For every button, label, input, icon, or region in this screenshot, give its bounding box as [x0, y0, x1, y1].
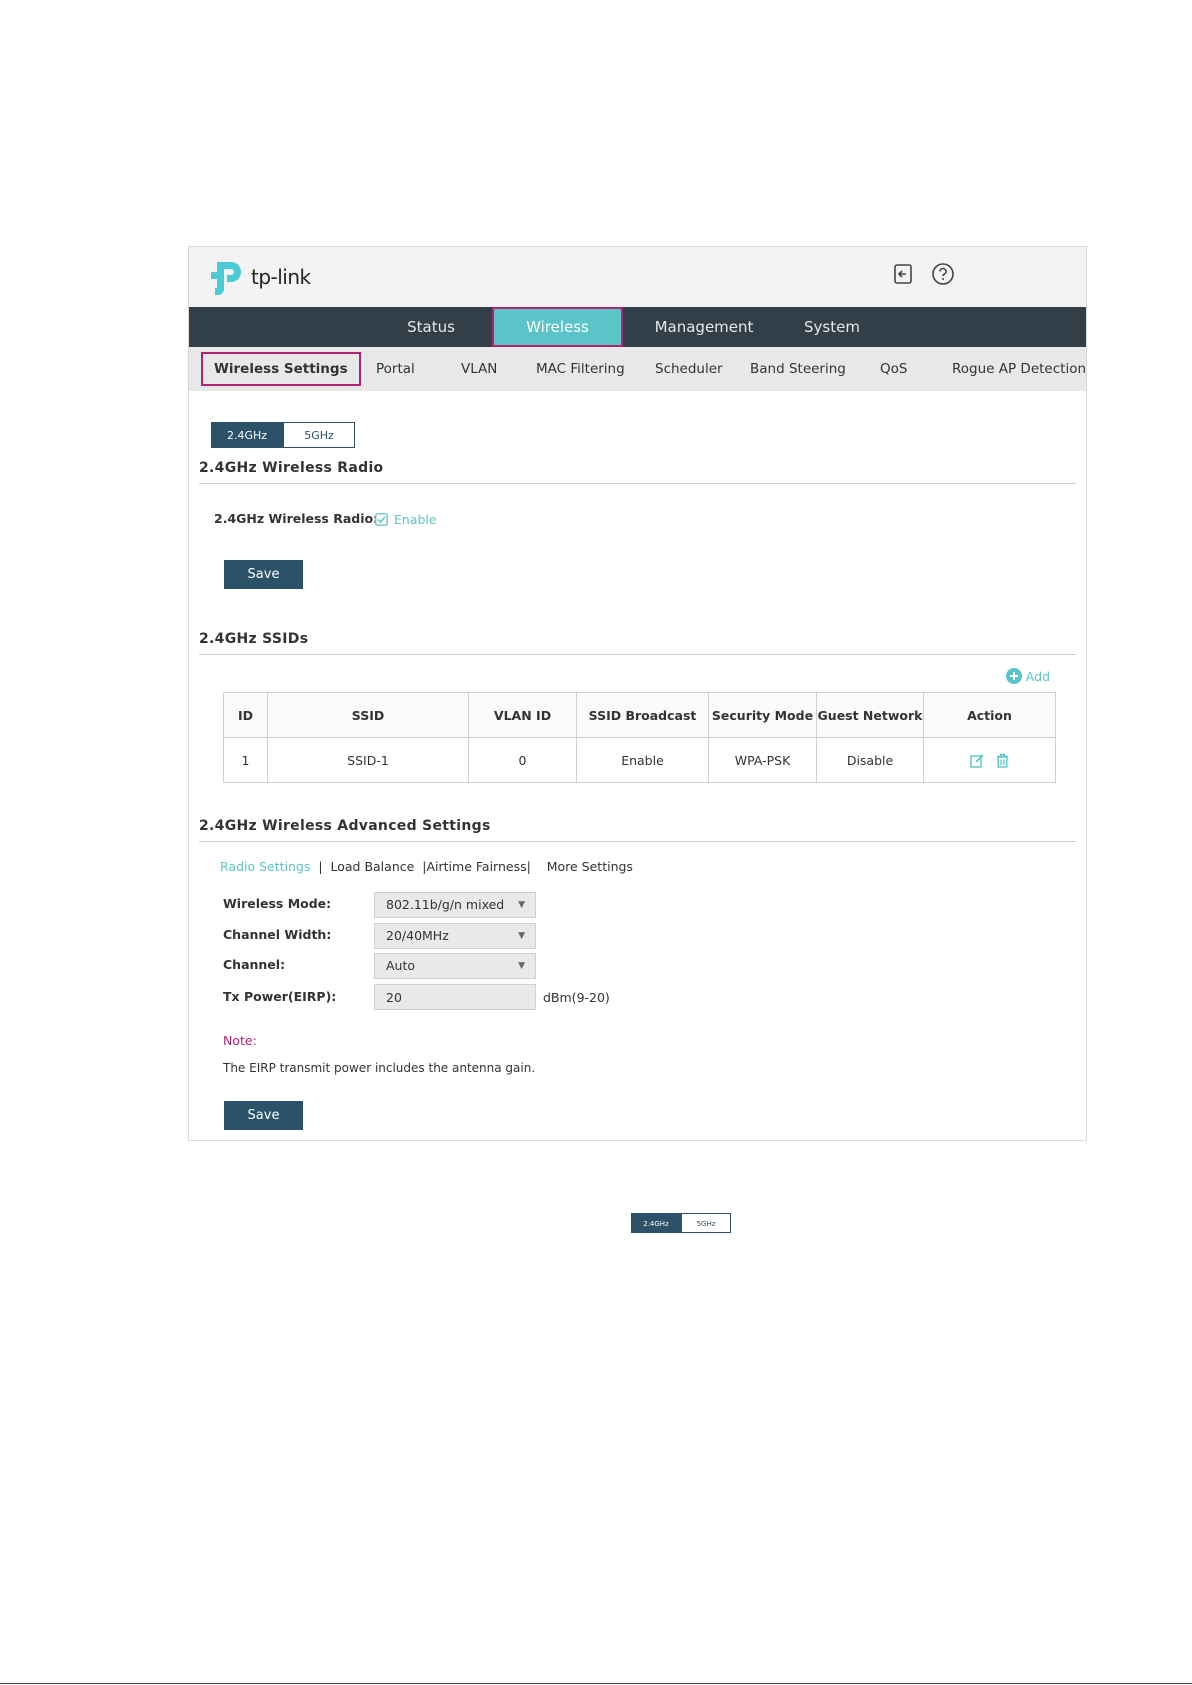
page-bottom-rule [0, 1683, 1192, 1684]
cell-ssid: SSID-1 [267, 737, 469, 783]
advanced-save-button[interactable]: Save [224, 1101, 303, 1130]
caret-down-icon: ▼ [518, 931, 525, 941]
advanced-section-title: 2.4GHz Wireless Advanced Settings [199, 818, 491, 834]
tab-scheduler[interactable]: Scheduler [655, 347, 723, 391]
band-toggle: 2.4GHz 5GHz [211, 422, 355, 448]
radio-save-button[interactable]: Save [224, 560, 303, 589]
nav-system[interactable]: System [787, 307, 877, 347]
radio-enable-checkbox[interactable]: Enable [375, 512, 437, 527]
tab-qos[interactable]: QoS [880, 347, 907, 391]
wireless-mode-label: Wireless Mode: [223, 896, 332, 911]
nav-status[interactable]: Status [389, 307, 473, 347]
help-icon[interactable] [930, 261, 956, 287]
channel-select[interactable]: Auto ▼ [374, 953, 536, 979]
cell-id: 1 [223, 737, 268, 783]
radio-section-title: 2.4GHz Wireless Radio [199, 460, 384, 476]
channel-width-value: 20/40MHz [386, 928, 449, 943]
tp-link-logo: tp-link [211, 255, 311, 299]
ssid-table: ID SSID VLAN ID SSID Broadcast Security … [223, 692, 1056, 783]
wireless-mode-value: 802.11b/g/n mixed [386, 897, 505, 912]
edit-icon[interactable] [969, 753, 985, 768]
cell-vlan-id: 0 [468, 737, 577, 783]
cell-guest: Disable [816, 737, 924, 783]
tab-portal[interactable]: Portal [376, 347, 415, 391]
channel-label: Channel: [223, 957, 286, 972]
col-ssid-broadcast: SSID Broadcast [576, 692, 709, 738]
checkbox-checked-icon[interactable] [375, 513, 388, 526]
router-admin-window: tp-link Status Wireless Management Syste [188, 246, 1087, 1141]
channel-width-select[interactable]: 20/40MHz ▼ [374, 923, 536, 949]
tx-power-label: Tx Power(EIRP): [223, 989, 337, 1004]
trash-icon[interactable] [995, 753, 1010, 768]
divider [199, 841, 1076, 842]
col-vlan-id: VLAN ID [468, 692, 577, 738]
brand-name: tp-link [251, 265, 311, 289]
caret-down-icon: ▼ [518, 961, 525, 971]
top-bar: tp-link [189, 247, 1086, 307]
tp-link-logo-icon [211, 262, 241, 295]
divider [199, 483, 1076, 484]
tab-more-settings[interactable]: More Settings [547, 859, 633, 874]
table-row: 1 SSID-1 0 Enable WPA-PSK Disable [223, 737, 1056, 783]
band-24ghz-button[interactable]: 2.4GHz [211, 422, 283, 448]
table-header-row: ID SSID VLAN ID SSID Broadcast Security … [223, 692, 1056, 738]
col-guest-network: Guest Network [816, 692, 924, 738]
note-text: The EIRP transmit power includes the ant… [223, 1061, 536, 1075]
tab-wireless-settings[interactable]: Wireless Settings [201, 352, 361, 386]
nav-wireless[interactable]: Wireless [492, 307, 623, 347]
channel-value: Auto [386, 958, 416, 973]
divider [199, 654, 1076, 655]
cell-security: WPA-PSK [708, 737, 817, 783]
tab-rogue-ap-detection[interactable]: Rogue AP Detection [952, 347, 1086, 391]
wireless-mode-select[interactable]: 802.11b/g/n mixed ▼ [374, 892, 536, 918]
cell-broadcast: Enable [576, 737, 709, 783]
add-label: Add [1025, 668, 1050, 684]
cell-action [923, 737, 1056, 783]
ssid-section-title: 2.4GHz SSIDs [199, 631, 309, 647]
radio-field-label: 2.4GHz Wireless Radio: [214, 511, 379, 526]
logout-icon[interactable] [890, 261, 916, 287]
tx-power-unit: dBm(9-20) [543, 990, 610, 1005]
channel-width-label: Channel Width: [223, 927, 332, 942]
enable-label: Enable [394, 512, 437, 527]
main-nav: Status Wireless Management System [189, 307, 1086, 347]
caret-down-icon: ▼ [518, 900, 525, 910]
tab-band-steering[interactable]: Band Steering [750, 347, 846, 391]
advanced-tabs: Radio Settings | Load Balance |Airtime F… [220, 859, 633, 874]
add-icon[interactable] [1005, 668, 1022, 684]
add-ssid-button[interactable]: Add [1005, 668, 1050, 684]
tab-load-balance[interactable]: Load Balance [330, 859, 414, 874]
nav-management[interactable]: Management [644, 307, 764, 347]
tab-airtime-fairness[interactable]: Airtime Fairness [426, 859, 526, 874]
tab-vlan[interactable]: VLAN [461, 347, 497, 391]
col-id: ID [223, 692, 268, 738]
mini-band-24ghz: 2.4GHz [631, 1213, 681, 1233]
col-security-mode: Security Mode [708, 692, 817, 738]
band-5ghz-button[interactable]: 5GHz [283, 422, 355, 448]
tab-radio-settings[interactable]: Radio Settings [220, 859, 310, 874]
tx-power-input[interactable] [374, 984, 536, 1010]
col-ssid: SSID [267, 692, 469, 738]
sub-nav: Wireless Settings Portal VLAN MAC Filter… [189, 347, 1086, 391]
note-label: Note: [223, 1033, 257, 1048]
col-action: Action [923, 692, 1056, 738]
mini-band-5ghz: 5GHz [681, 1213, 731, 1233]
mini-band-toggle: 2.4GHz 5GHz [631, 1213, 731, 1233]
tab-mac-filtering[interactable]: MAC Filtering [536, 347, 625, 391]
